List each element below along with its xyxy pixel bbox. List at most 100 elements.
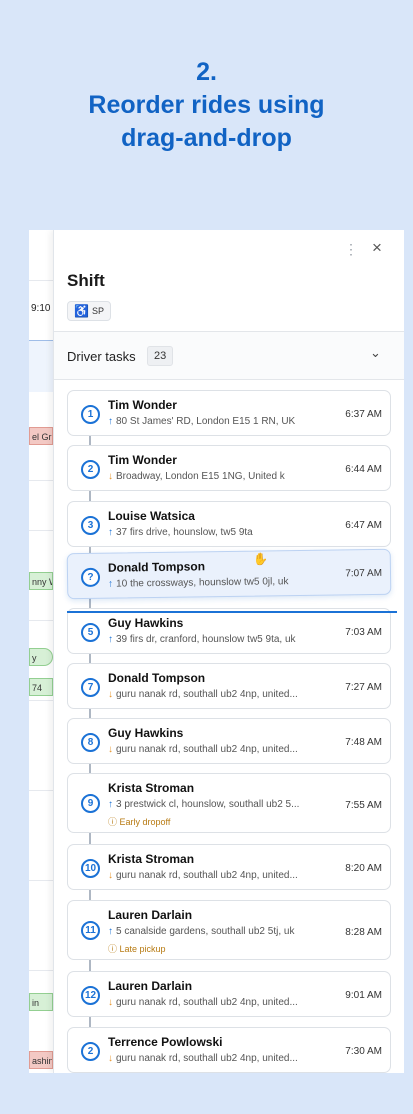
task-time: 7:03 AM — [345, 627, 382, 638]
task-time: 7:07 AM — [345, 567, 383, 580]
pickup-arrow-icon: ↑ — [108, 416, 113, 427]
task-card-dragging[interactable]: ? Donald Tompson ↑ 10 the crossways, hounsl… — [66, 548, 392, 600]
task-address: ↑ 10 the crossways, hounslow tw5 0jl, uk — [108, 576, 328, 590]
schedule-background: 9:10 el Gr nny W y 74 in ashin — [29, 230, 53, 1073]
drop-indicator — [67, 611, 397, 613]
task-order-badge: 8 — [81, 733, 100, 752]
task-card[interactable]: 8 Guy Hawkins ↓ guru nanak rd, southall ub2… — [67, 718, 391, 764]
task-address-text: 80 St James' RD, London E15 1 RN, UK — [116, 416, 296, 427]
task-passenger-name: Tim Wonder — [108, 398, 177, 412]
task-time: 8:20 AM — [345, 863, 382, 874]
task-card[interactable]: 3 Louise Watsica ↑ 37 firs drive, hounslow,… — [67, 501, 391, 547]
vehicle-tag: ♿ SP — [67, 301, 111, 321]
panel-title: Shift — [67, 271, 105, 290]
schedule-chip[interactable]: nny W — [29, 572, 53, 590]
task-passenger-name: Lauren Darlain — [108, 979, 193, 993]
task-passenger-name: Donald Tompson — [107, 559, 206, 575]
task-time: 9:01 AM — [345, 990, 382, 1001]
task-address: ↓ Broadway, London E15 1NG, United k — [108, 471, 328, 482]
task-address-text: guru nanak rd, southall ub2 4np, united.… — [116, 870, 298, 881]
task-card[interactable]: 2 Tim Wonder ↓ Broadway, London E15 1NG, Un… — [67, 445, 391, 491]
schedule-selected-band — [29, 340, 53, 392]
dropoff-arrow-icon: ↓ — [108, 1053, 113, 1064]
task-address: ↑ 39 firs dr, cranford, hounslow tw5 9ta,… — [108, 634, 328, 645]
task-address-text: guru nanak rd, southall ub2 4np, united.… — [116, 997, 298, 1008]
chevron-down-icon[interactable]: ⌄ — [370, 345, 381, 361]
task-address: ↑ 3 prestwick cl, hounslow, southall ub2 … — [108, 799, 328, 810]
dropoff-arrow-icon: ↓ — [108, 471, 113, 482]
task-time: 6:37 AM — [345, 409, 382, 420]
task-passenger-name: Louise Watsica — [108, 509, 195, 523]
task-warning: ⓘ Early dropoff — [108, 815, 170, 828]
task-address-text: 3 prestwick cl, hounslow, southall ub2 5… — [116, 799, 300, 810]
task-address: ↓ guru nanak rd, southall ub2 4np, united… — [108, 744, 328, 755]
task-time: 6:44 AM — [345, 464, 382, 475]
schedule-chip[interactable]: in — [29, 993, 53, 1011]
dropoff-arrow-icon: ↓ — [108, 689, 113, 700]
task-card[interactable]: 1 Tim Wonder ↑ 80 St James' RD, London E15 … — [67, 390, 391, 436]
dropoff-arrow-icon: ↓ — [108, 997, 113, 1008]
close-icon[interactable]: × — [372, 239, 382, 256]
task-card[interactable]: 10 Krista Stroman ↓ guru nanak rd, southall… — [67, 844, 391, 890]
schedule-chip[interactable]: ashin — [29, 1051, 53, 1069]
task-address: ↓ guru nanak rd, southall ub2 4np, united… — [108, 870, 328, 881]
pickup-arrow-icon: ↑ — [108, 926, 113, 937]
headline: 2. Reorder rides using drag-and-drop — [0, 56, 413, 155]
task-order-badge: 9 — [81, 794, 100, 813]
task-card[interactable]: 5 Guy Hawkins ↑ 39 firs dr, cranford, houns… — [67, 608, 391, 654]
dropoff-arrow-icon: ↓ — [108, 744, 113, 755]
task-address-text: 5 canalside gardens, southall ub2 5tj, u… — [116, 926, 295, 937]
task-card[interactable]: 7 Donald Tompson ↓ guru nanak rd, southall … — [67, 663, 391, 709]
task-time: 7:30 AM — [345, 1046, 382, 1057]
pickup-arrow-icon: ↑ — [108, 799, 113, 810]
driver-tasks-header[interactable]: Driver tasks 23 ⌄ — [54, 332, 404, 380]
pickup-arrow-icon: ↑ — [108, 527, 113, 538]
schedule-chip[interactable]: y — [29, 648, 53, 666]
task-address-text: 39 firs dr, cranford, hounslow tw5 9ta, … — [116, 634, 296, 645]
task-time: 6:47 AM — [345, 520, 382, 531]
task-passenger-name: Krista Stroman — [108, 781, 195, 795]
grab-cursor-icon: ✋ — [253, 552, 268, 566]
task-time: 7:55 AM — [345, 800, 382, 811]
task-card[interactable]: 2 Terrence Powlowski ↓ guru nanak rd, south… — [67, 1027, 391, 1073]
pickup-arrow-icon: ↑ — [108, 578, 114, 590]
task-order-badge: 10 — [81, 859, 100, 878]
headline-line-1: Reorder rides using — [88, 91, 325, 119]
task-order-badge: 5 — [81, 623, 100, 642]
task-time: 8:28 AM — [345, 927, 382, 938]
headline-step: 2. — [196, 58, 217, 86]
task-order-badge: 2 — [81, 460, 100, 479]
task-order-badge: 2 — [81, 1042, 100, 1061]
task-passenger-name: Guy Hawkins — [108, 726, 184, 740]
task-card[interactable]: 9 Krista Stroman ↑ 3 prestwick cl, hounslow… — [67, 773, 391, 833]
task-card[interactable]: 11 Lauren Darlain ↑ 5 canalside gardens, so… — [67, 900, 391, 960]
task-address: ↓ guru nanak rd, southall ub2 4np, united… — [108, 1053, 328, 1064]
kebab-menu-icon[interactable]: ⋮ — [344, 242, 358, 256]
task-passenger-name: Terrence Powlowski — [108, 1035, 223, 1049]
schedule-chip[interactable]: el Gr — [29, 427, 53, 445]
task-address-text: guru nanak rd, southall ub2 4np, united.… — [116, 744, 298, 755]
wheelchair-icon: ♿ — [74, 304, 89, 318]
task-time: 7:48 AM — [345, 737, 382, 748]
task-passenger-name: Lauren Darlain — [108, 908, 193, 922]
warning-clock-icon: ⓘ — [108, 817, 120, 827]
app-screenshot: 9:10 el Gr nny W y 74 in ashin ⋮ × Shift… — [29, 230, 404, 1073]
task-order-badge: 7 — [81, 678, 100, 697]
warning-clock-icon: ⓘ — [108, 944, 120, 954]
vehicle-tag-label: SP — [91, 306, 104, 316]
task-passenger-name: Krista Stroman — [108, 852, 195, 866]
task-passenger-name: Donald Tompson — [108, 671, 206, 685]
task-address: ↑ 80 St James' RD, London E15 1 RN, UK — [108, 416, 328, 427]
schedule-chip[interactable]: 74 — [29, 678, 53, 696]
task-warning: ⓘ Late pickup — [108, 942, 166, 955]
task-warning-text: Early dropoff — [119, 817, 171, 827]
task-address-text: guru nanak rd, southall ub2 4np, united.… — [116, 1053, 298, 1064]
task-card[interactable]: 12 Lauren Darlain ↓ guru nanak rd, southall… — [67, 971, 391, 1017]
task-address-text: guru nanak rd, southall ub2 4np, united.… — [116, 689, 298, 700]
driver-tasks-count: 23 — [147, 346, 174, 366]
task-order-badge: 1 — [81, 405, 100, 424]
task-address: ↑ 5 canalside gardens, southall ub2 5tj, … — [108, 926, 328, 937]
task-passenger-name: Guy Hawkins — [108, 616, 184, 630]
task-time: 7:27 AM — [345, 682, 382, 693]
task-order-badge: ? — [80, 567, 101, 588]
